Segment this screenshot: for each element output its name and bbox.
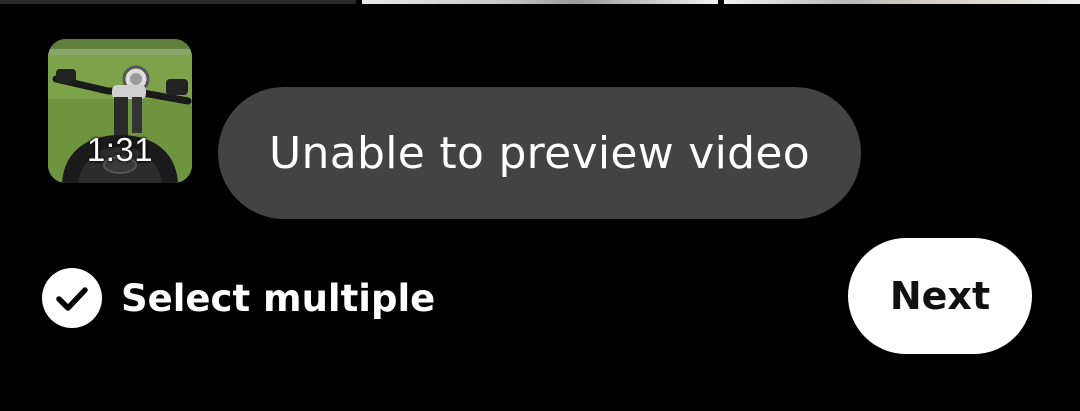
selected-video-thumbnail[interactable]: 1:31: [48, 39, 192, 183]
select-multiple-toggle[interactable]: Select multiple: [42, 268, 435, 328]
checkmark-icon: [42, 268, 102, 328]
toast-message: Unable to preview video: [269, 127, 810, 179]
gallery-thumbnail[interactable]: [362, 0, 718, 4]
gallery-thumbnail[interactable]: [724, 0, 1080, 4]
gallery-thumbnail[interactable]: [0, 0, 356, 4]
video-duration: 1:31: [86, 131, 154, 168]
gallery-strip: [0, 0, 1080, 4]
toast-unable-to-preview: Unable to preview video: [218, 87, 861, 219]
next-button[interactable]: Next: [848, 238, 1032, 354]
select-multiple-label: Select multiple: [121, 276, 436, 320]
